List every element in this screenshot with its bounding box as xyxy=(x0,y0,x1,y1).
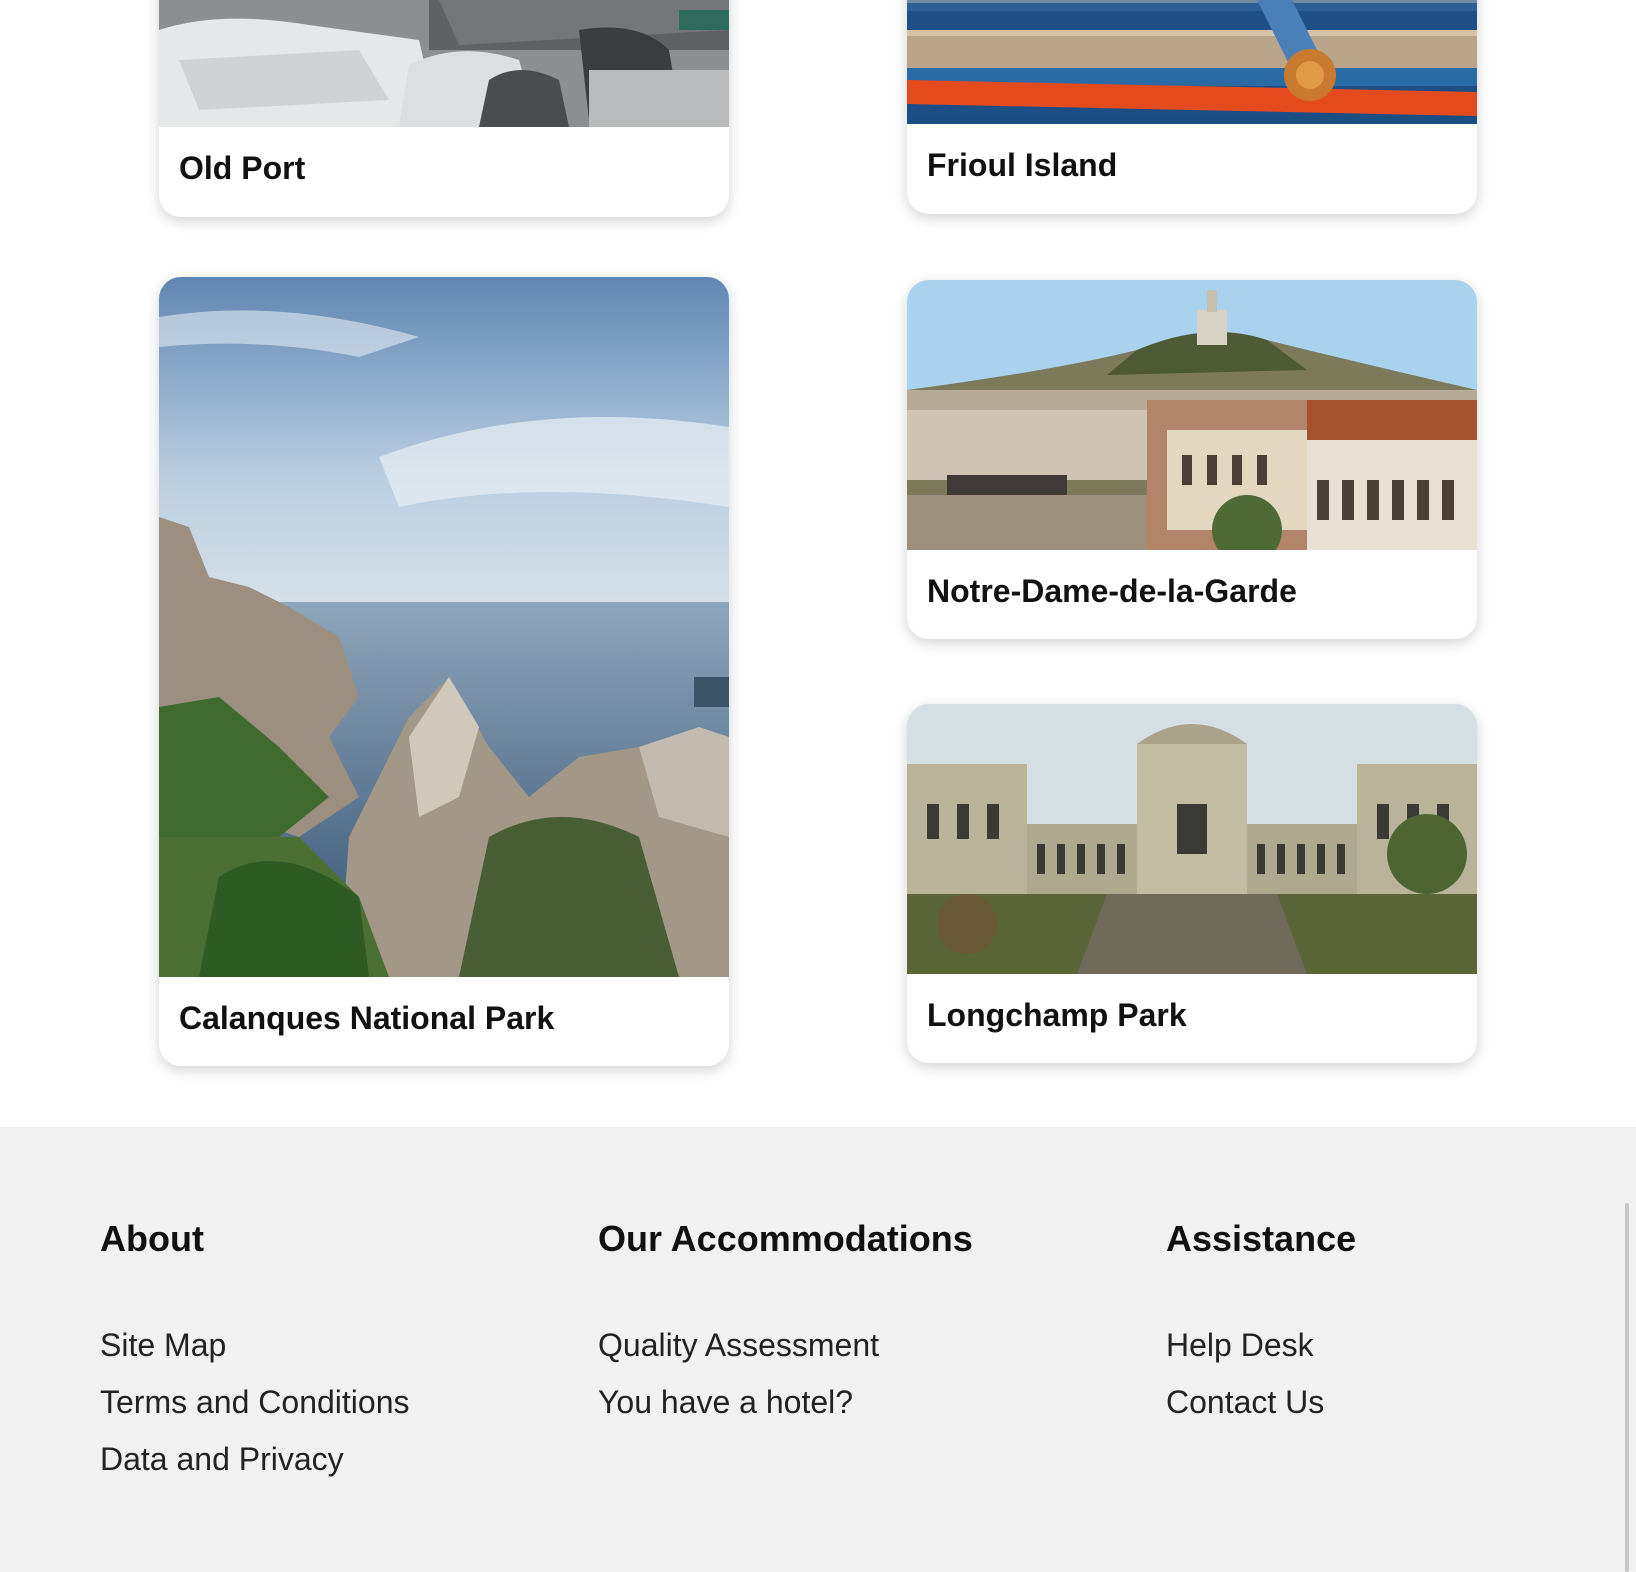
card-title: Frioul Island xyxy=(927,147,1118,183)
card-title: Notre-Dame-de-la-Garde xyxy=(927,573,1297,609)
footer-link-contact-us[interactable]: Contact Us xyxy=(1166,1374,1356,1431)
card-calanques[interactable]: Calanques National Park xyxy=(159,277,729,1066)
footer-link-quality-assessment[interactable]: Quality Assessment xyxy=(598,1317,973,1374)
old-port-photo xyxy=(159,0,729,127)
footer-link-terms[interactable]: Terms and Conditions xyxy=(100,1374,409,1431)
frioul-island-photo xyxy=(907,0,1477,124)
card-notre-dame[interactable]: Notre-Dame-de-la-Garde xyxy=(907,280,1477,639)
footer-link-site-map[interactable]: Site Map xyxy=(100,1317,409,1374)
footer-about: About Site Map Terms and Conditions Data… xyxy=(100,1219,409,1488)
calanques-photo xyxy=(159,277,729,977)
scrollbar[interactable] xyxy=(1625,1203,1629,1572)
footer-assistance: Assistance Help Desk Contact Us xyxy=(1166,1219,1356,1431)
footer-heading-assistance: Assistance xyxy=(1166,1218,1357,1259)
card-longchamp[interactable]: Longchamp Park xyxy=(907,704,1477,1063)
card-title: Longchamp Park xyxy=(927,997,1187,1033)
footer-accommodations: Our Accommodations Quality Assessment Yo… xyxy=(598,1219,973,1431)
footer-link-have-hotel[interactable]: You have a hotel? xyxy=(598,1374,973,1431)
site-footer: About Site Map Terms and Conditions Data… xyxy=(0,1127,1636,1572)
footer-link-privacy[interactable]: Data and Privacy xyxy=(100,1431,409,1488)
card-title: Old Port xyxy=(179,150,306,186)
footer-heading-accommodations: Our Accommodations xyxy=(598,1218,973,1259)
longchamp-photo xyxy=(907,704,1477,974)
card-title: Calanques National Park xyxy=(179,1000,555,1036)
card-frioul-island[interactable]: Frioul Island xyxy=(907,0,1477,214)
footer-link-help-desk[interactable]: Help Desk xyxy=(1166,1317,1356,1374)
notre-dame-photo xyxy=(907,280,1477,550)
footer-heading-about: About xyxy=(100,1218,204,1259)
card-old-port[interactable]: Old Port xyxy=(159,0,729,217)
